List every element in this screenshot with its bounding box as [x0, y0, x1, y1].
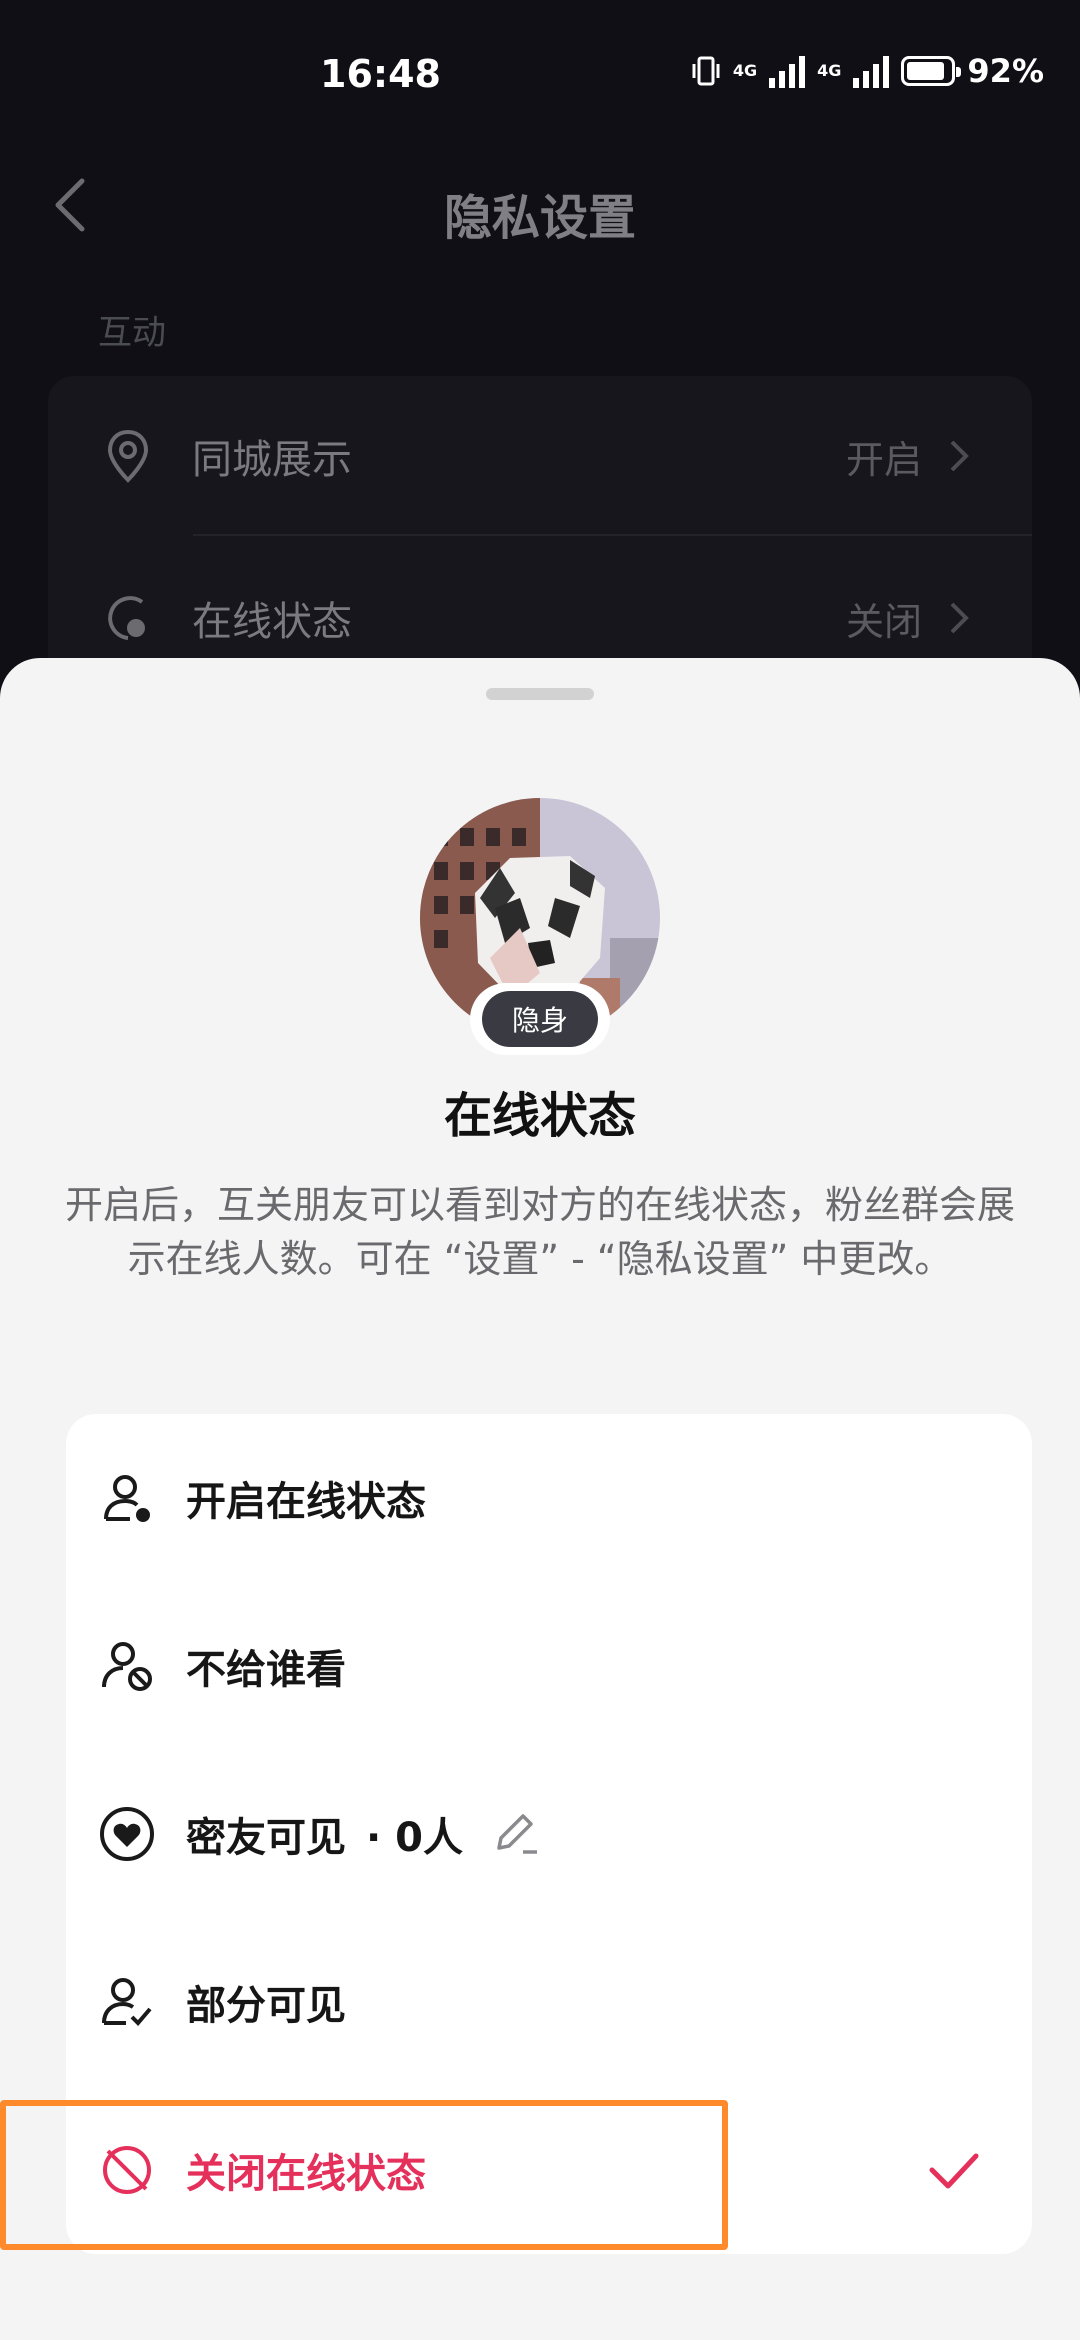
page-title: 隐私设置: [443, 190, 636, 246]
checkmark-icon: [929, 2153, 979, 2189]
network-type-1: 4G: [732, 61, 758, 80]
option-partial-visible[interactable]: 部分可见: [66, 1918, 1032, 2086]
option-close-friends[interactable]: 密友可见 · 0人: [66, 1750, 1032, 1918]
setting-label: 在线状态: [192, 599, 352, 645]
user-block-icon: [102, 1642, 152, 1691]
user-check-icon: [102, 1978, 152, 2026]
sheet-title: 在线状态: [443, 1088, 636, 1144]
location-pin-icon: [107, 429, 149, 483]
section-label: 互动: [98, 313, 166, 353]
setting-value: 开启: [845, 437, 922, 482]
setting-value: 关闭: [845, 599, 922, 644]
battery-level: [907, 62, 945, 80]
signal-icon-2: [853, 54, 890, 88]
edit-pencil-icon[interactable]: [491, 1808, 543, 1860]
status-bar: 16:48 4G 4G 92%: [0, 0, 1080, 160]
setting-label: 同城展示: [192, 437, 352, 483]
option-label: 密友可见: [186, 1815, 346, 1861]
chevron-right-icon: [950, 440, 969, 472]
option-enable-online[interactable]: 开启在线状态: [66, 1414, 1032, 1582]
heart-circle-icon: [100, 1807, 154, 1861]
signal-icon-1: [769, 54, 806, 88]
online-status-icon: [108, 596, 145, 640]
selection-highlight-box: [0, 2100, 728, 2250]
option-hide-from[interactable]: 不给谁看: [66, 1582, 1032, 1750]
option-label: 不给谁看: [186, 1647, 346, 1693]
network-type-2: 4G: [817, 61, 842, 80]
close-friends-count: · 0人: [366, 1815, 463, 1861]
status-time: 16:48: [320, 52, 441, 96]
divider: [193, 534, 1032, 536]
battery-percent: 92%: [967, 52, 1044, 90]
user-online-icon: [104, 1475, 150, 1522]
status-badge: 隐身: [482, 991, 598, 1047]
setting-row-nearby[interactable]: 同城展示 开启: [48, 376, 1032, 536]
status-icons: 4G 4G 92%: [691, 52, 1044, 90]
option-label: 开启在线状态: [186, 1479, 426, 1525]
drag-handle[interactable]: [486, 688, 594, 700]
option-label: 部分可见: [186, 1983, 346, 2029]
battery-icon: [901, 56, 962, 86]
chevron-right-icon: [950, 602, 969, 634]
sheet-description: 开启后，互关朋友可以看到对方的在线状态，粉丝群会展示在线人数。可在 “设置” -…: [64, 1183, 1015, 1281]
vibrate-icon: [692, 56, 720, 86]
